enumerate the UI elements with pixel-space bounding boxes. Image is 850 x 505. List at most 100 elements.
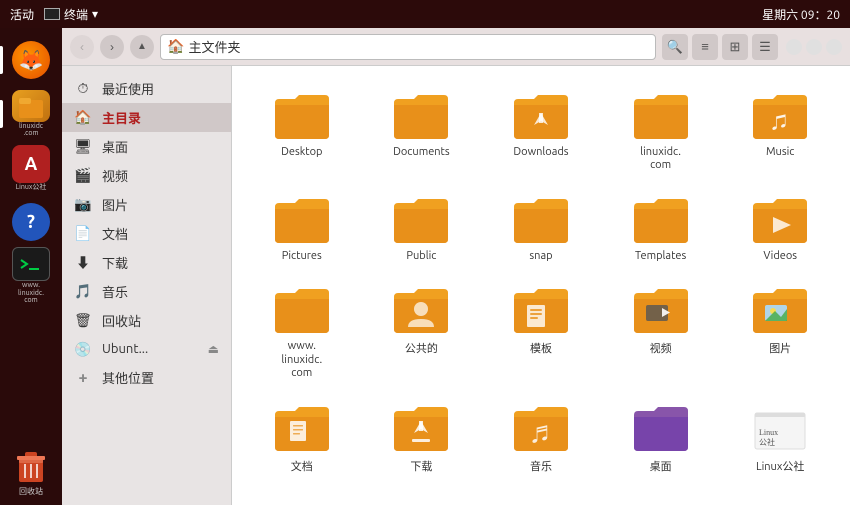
sidebar-item-home[interactable]: 🏠 主目录 — [62, 103, 231, 132]
file-item-templates[interactable]: Templates — [603, 186, 719, 268]
window-body: ⏱ 最近使用 🏠 主目录 🖥 桌面 🎬 视频 📷 图片 📄 文档 — [62, 66, 850, 505]
launcher-item-files[interactable]: linuxidc.com — [7, 90, 55, 138]
folder-icon-www — [272, 282, 332, 338]
file-item-desktop[interactable]: Desktop — [244, 82, 360, 178]
file-label-templates: Templates — [635, 250, 686, 262]
folder-icon-linuxshe: Linux 公社 — [750, 400, 810, 456]
folder-icon-shipin — [631, 282, 691, 338]
folder-icon-documents — [391, 88, 451, 144]
sidebar-label-pictures: 图片 — [102, 195, 128, 214]
firefox-icon — [12, 41, 50, 79]
file-grid: Desktop Documents Downloads — [244, 82, 838, 480]
file-item-public[interactable]: Public — [364, 186, 480, 268]
file-item-linuxidc[interactable]: linuxidc.com — [603, 82, 719, 178]
sidebar-label-recent: 最近使用 — [102, 79, 154, 98]
file-label-www: www.linuxidc.com — [281, 340, 322, 380]
documents-icon: 📄 — [74, 225, 92, 243]
file-item-downloads[interactable]: Downloads — [483, 82, 599, 178]
file-item-tupian[interactable]: 图片 — [722, 276, 838, 386]
sidebar-item-ubuntu[interactable]: 💿 Ubunt... ⏏ — [62, 335, 231, 363]
sidebar-item-pictures[interactable]: 📷 图片 — [62, 190, 231, 219]
view-list-button[interactable]: ≡ — [692, 34, 718, 60]
file-label-pictures: Pictures — [282, 250, 322, 262]
file-label-shipin: 视频 — [650, 340, 672, 356]
file-item-documents[interactable]: Documents — [364, 82, 480, 178]
ubuntu-icon: 💿 — [74, 340, 92, 358]
eject-button[interactable]: ⏏ — [208, 342, 219, 356]
folder-icon-snap — [511, 192, 571, 248]
launcher-item-terminal[interactable]: www.linuxidc.com — [7, 252, 55, 300]
file-item-wendang[interactable]: 文档 — [244, 394, 360, 480]
folder-icon-linuxidc — [631, 88, 691, 144]
file-label-wendang: 文档 — [291, 458, 313, 474]
terminal-window-icon — [44, 8, 60, 20]
file-item-yinyue[interactable]: ♬ 音乐 — [483, 394, 599, 480]
launcher-item-font[interactable]: A Linux公社 — [7, 144, 55, 192]
recent-icon: ⏱ — [74, 80, 92, 98]
back-button[interactable]: ‹ — [70, 35, 94, 59]
sidebar-label-ubuntu: Ubunt... — [102, 342, 148, 356]
folder-icon-gonggong — [391, 282, 451, 338]
folder-icon-downloads — [511, 88, 571, 144]
file-label-tupian: 图片 — [769, 340, 791, 356]
terminal-icon — [12, 247, 50, 281]
font-icon: A — [12, 145, 50, 183]
trash-icon — [12, 449, 50, 487]
window-minimize-button[interactable] — [786, 39, 802, 55]
file-item-videos[interactable]: Videos — [722, 186, 838, 268]
folder-icon-wendang — [272, 400, 332, 456]
launcher-item-trash[interactable]: 回收站 — [7, 449, 55, 497]
topbar-left: 活动 终端 ▾ — [10, 6, 98, 23]
topbar-time: 星期六 09：20 — [762, 6, 840, 23]
file-item-snap[interactable]: snap — [483, 186, 599, 268]
window-close-button[interactable] — [826, 39, 842, 55]
activities-button[interactable]: 活动 — [10, 6, 34, 23]
search-button[interactable]: 🔍 — [662, 34, 688, 60]
sidebar-item-desktop[interactable]: 🖥 桌面 — [62, 132, 231, 161]
up-button[interactable]: ▲ — [130, 35, 154, 59]
pictures-icon: 📷 — [74, 196, 92, 214]
file-label-gonggong: 公共的 — [405, 340, 438, 356]
view-grid-button[interactable]: ⊞ — [722, 34, 748, 60]
file-item-xiazai[interactable]: 下载 — [364, 394, 480, 480]
sidebar-item-videos[interactable]: 🎬 视频 — [62, 161, 231, 190]
sidebar-item-downloads[interactable]: ⬇ 下载 — [62, 248, 231, 277]
folder-icon-xiazai — [391, 400, 451, 456]
folder-icon-templates — [631, 192, 691, 248]
sidebar-item-trash[interactable]: 🗑 回收站 — [62, 306, 231, 335]
file-label-videos: Videos — [763, 250, 797, 262]
filemanager-window: ‹ › ▲ 🏠 主文件夹 🔍 ≡ ⊞ ☰ ⏱ 最近使用 🏠 主目录 — [62, 28, 850, 505]
sidebar-item-music[interactable]: 🎵 音乐 — [62, 277, 231, 306]
home-icon-inline: 🏠 — [167, 38, 184, 55]
launcher-item-help[interactable]: ? — [7, 198, 55, 246]
window-maximize-button[interactable] — [806, 39, 822, 55]
file-item-linuxshe[interactable]: Linux 公社 Linux公社 — [722, 394, 838, 480]
file-item-www[interactable]: www.linuxidc.com — [244, 276, 360, 386]
file-item-pictures[interactable]: Pictures — [244, 186, 360, 268]
file-item-moban[interactable]: 模板 — [483, 276, 599, 386]
file-item-music[interactable]: ♫ Music — [722, 82, 838, 178]
svg-text:♫: ♫ — [772, 114, 788, 132]
file-label-documents: Documents — [393, 146, 450, 158]
forward-button[interactable]: › — [100, 35, 124, 59]
file-label-linuxshe: Linux公社 — [756, 458, 804, 474]
videos-icon: 🎬 — [74, 167, 92, 185]
file-label-linuxidc: linuxidc.com — [640, 146, 681, 172]
folder-icon-zhuomian — [631, 400, 691, 456]
other-icon: + — [74, 369, 92, 387]
launcher-item-firefox[interactable] — [7, 36, 55, 84]
file-item-zhuomian[interactable]: 桌面 — [603, 394, 719, 480]
files-label: linuxidc.com — [19, 123, 43, 138]
terminal-dropdown[interactable]: ▾ — [92, 7, 98, 21]
menu-button[interactable]: ☰ — [752, 34, 778, 60]
sidebar-item-documents[interactable]: 📄 文档 — [62, 219, 231, 248]
file-item-gonggong[interactable]: 公共的 — [364, 276, 480, 386]
sidebar-label-documents: 文档 — [102, 224, 128, 243]
file-item-shipin[interactable]: 视频 — [603, 276, 719, 386]
file-label-xiazai: 下载 — [410, 458, 432, 474]
location-bar: 🏠 主文件夹 — [160, 34, 656, 60]
file-label-music: Music — [766, 146, 794, 158]
sidebar-item-recent[interactable]: ⏱ 最近使用 — [62, 74, 231, 103]
sidebar: ⏱ 最近使用 🏠 主目录 🖥 桌面 🎬 视频 📷 图片 📄 文档 — [62, 66, 232, 505]
sidebar-item-other[interactable]: + 其他位置 — [62, 363, 231, 392]
